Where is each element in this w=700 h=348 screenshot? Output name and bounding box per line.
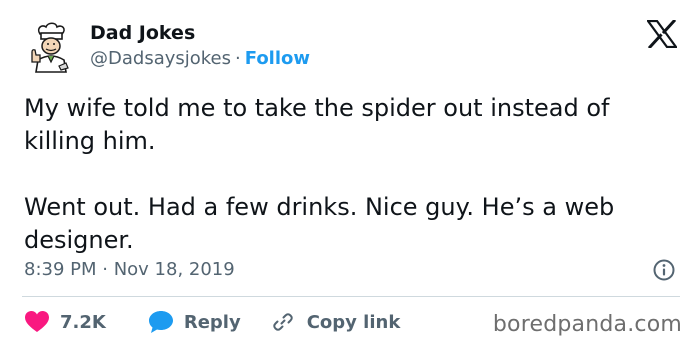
watermark: boredpanda.com [492,312,682,337]
handle-row: @Dadsaysjokes · Follow [90,48,310,69]
reply-button[interactable]: Reply [148,310,241,334]
heart-icon [25,311,49,332]
speech-bubble-icon [148,311,173,333]
divider [22,296,680,297]
user-handle[interactable]: @Dadsaysjokes [90,48,231,69]
display-name[interactable]: Dad Jokes [90,22,195,44]
reply-label: Reply [183,311,241,333]
link-icon [272,313,293,331]
chef-avatar-icon [31,22,69,73]
tweet-paragraph: Went out. Had a few drinks. Nice guy. He… [24,193,615,254]
tweet-paragraph: My wife told me to take the spider out i… [24,94,610,155]
info-icon[interactable] [652,258,676,282]
like-count: 7.2K [60,311,106,333]
like-button[interactable]: 7.2K [24,310,106,334]
copy-link-button[interactable]: Copy link [271,310,401,334]
follow-button[interactable]: Follow [245,48,310,69]
tweet-timestamp[interactable]: 8:39 PM · Nov 18, 2019 [24,259,235,280]
tweet-text: My wife told me to take the spider out i… [24,92,674,257]
copy-link-label: Copy link [306,311,401,333]
x-logo-icon[interactable] [645,18,679,50]
handle-separator: · [235,48,241,69]
avatar[interactable] [26,22,74,74]
action-bar: 7.2K Reply Copy link [24,309,400,335]
